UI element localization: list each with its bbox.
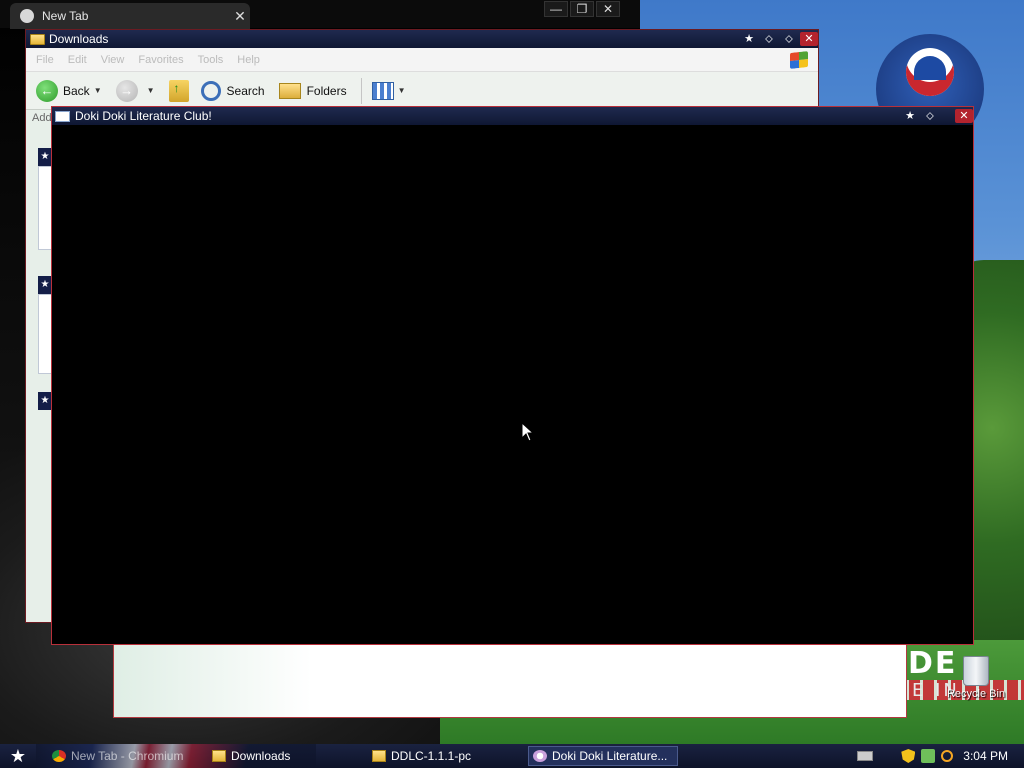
folder-icon [30, 33, 45, 45]
recycle-bin-shortcut[interactable]: Recycle Bin [944, 656, 1008, 710]
menu-tools[interactable]: Tools [198, 54, 224, 66]
taskbar-item-label: Downloads [231, 749, 291, 763]
game-window: Doki Doki Literature Club! ★ ⬦ ✕ [51, 106, 974, 645]
task-pane-body [38, 166, 52, 250]
network-icon[interactable] [921, 749, 936, 763]
taskbar-item-label: New Tab - Chromium [71, 749, 184, 763]
tab-title: New Tab [42, 9, 89, 23]
task-pane-header[interactable]: ★ [38, 392, 52, 410]
keyboard-icon[interactable] [857, 751, 874, 761]
back-label: Back [63, 83, 90, 98]
window-controls: ★ ⬦ ✕ [899, 109, 973, 123]
menu-file[interactable]: File [36, 54, 54, 66]
taskbar-item-chromium[interactable]: New Tab - Chromium [48, 746, 198, 766]
browser-tab[interactable]: New Tab ✕ [10, 3, 250, 29]
taskbar-item-ddlc-folder[interactable]: DDLC-1.1.1-pc [368, 746, 518, 766]
app-window-icon [55, 110, 70, 122]
security-shield-icon[interactable] [901, 749, 916, 763]
game-canvas[interactable] [52, 125, 973, 644]
folders-button[interactable]: Folders [278, 82, 347, 99]
folder-icon [372, 750, 386, 762]
search-icon[interactable] [941, 750, 954, 762]
restore-button[interactable]: ❐ [570, 1, 594, 17]
views-icon [371, 81, 394, 100]
tab-close-icon[interactable]: ✕ [230, 8, 250, 25]
close-icon[interactable]: ✕ [955, 109, 973, 123]
explorer-titlebar[interactable]: Downloads ★ ⬦ ⬦ ✕ [26, 30, 818, 48]
menu-favorites[interactable]: Favorites [138, 54, 183, 66]
views-button[interactable]: ▼ [371, 81, 406, 100]
windows-logo-icon [790, 50, 808, 69]
folders-label: Folders [306, 83, 347, 98]
chromium-icon [52, 750, 66, 762]
up-folder-icon[interactable] [168, 79, 189, 102]
menu-edit[interactable]: Edit [68, 54, 87, 66]
taskbar-item-ddlc-game[interactable]: Doki Doki Literature... [528, 746, 678, 766]
explorer-toolbar: ← Back ▼ → ▼ Search Folders ▼ [26, 72, 818, 110]
close-icon[interactable]: ✕ [800, 32, 818, 46]
clock[interactable]: 3:04 PM [963, 749, 1008, 763]
window-title: Doki Doki Literature Club! [75, 109, 212, 123]
forward-button[interactable]: → ▼ [115, 79, 155, 102]
start-button[interactable]: ★ [0, 744, 36, 768]
game-titlebar[interactable]: Doki Doki Literature Club! ★ ⬦ ✕ [52, 107, 973, 125]
taskbar-item-label: DDLC-1.1.1-pc [391, 749, 472, 763]
globe-icon [20, 9, 34, 23]
chevron-down-icon[interactable]: ▼ [147, 86, 155, 95]
back-button[interactable]: ← Back ▼ [36, 79, 102, 102]
task-pane-body [38, 294, 52, 374]
minimize-icon[interactable]: ⬦ [760, 32, 778, 46]
back-arrow-icon: ← [36, 79, 58, 102]
taskbar: ★ New Tab - Chromium Downloads DDLC-1.1.… [0, 744, 1024, 768]
task-pane-header[interactable]: ★ [38, 148, 52, 166]
folders-icon [278, 82, 301, 99]
window-controls: ★ ⬦ ⬦ ✕ [738, 32, 818, 46]
minimize-icon[interactable]: ⬦ [921, 109, 939, 123]
toolbar-separator [360, 77, 362, 104]
menu-bar: File Edit View Favorites Tools Help [26, 48, 818, 72]
forward-arrow-icon: → [115, 79, 138, 102]
chevron-down-icon[interactable]: ▼ [398, 86, 406, 95]
window-title: Downloads [49, 32, 109, 46]
search-label: Search [226, 83, 265, 98]
system-tray: 3:04 PM [857, 744, 1024, 768]
close-button[interactable]: ✕ [596, 1, 620, 17]
recycle-bin-icon [963, 656, 989, 686]
search-button[interactable]: Search [200, 80, 265, 101]
menu-help[interactable]: Help [237, 54, 260, 66]
folder-icon [212, 750, 226, 762]
chevron-down-icon[interactable]: ▼ [94, 86, 102, 95]
minimize-button[interactable]: — [544, 1, 568, 17]
pin-star-icon[interactable]: ★ [740, 32, 758, 46]
task-pane-header[interactable]: ★ [38, 276, 52, 294]
logo-sun [906, 48, 954, 96]
search-icon [200, 80, 221, 101]
explorer-window-ddlc [113, 645, 907, 718]
taskbar-item-label: Doki Doki Literature... [552, 749, 668, 763]
pin-star-icon[interactable]: ★ [901, 109, 919, 123]
browser-window-controls: — ❐ ✕ [544, 1, 640, 19]
ddlc-icon [533, 750, 547, 762]
taskbar-item-downloads[interactable]: Downloads [208, 746, 358, 766]
browser-window: New Tab ✕ — ❐ ✕ [0, 0, 640, 29]
menu-view[interactable]: View [101, 54, 125, 66]
maximize-icon[interactable]: ⬦ [780, 32, 798, 46]
recycle-bin-label: Recycle Bin [946, 688, 1006, 700]
